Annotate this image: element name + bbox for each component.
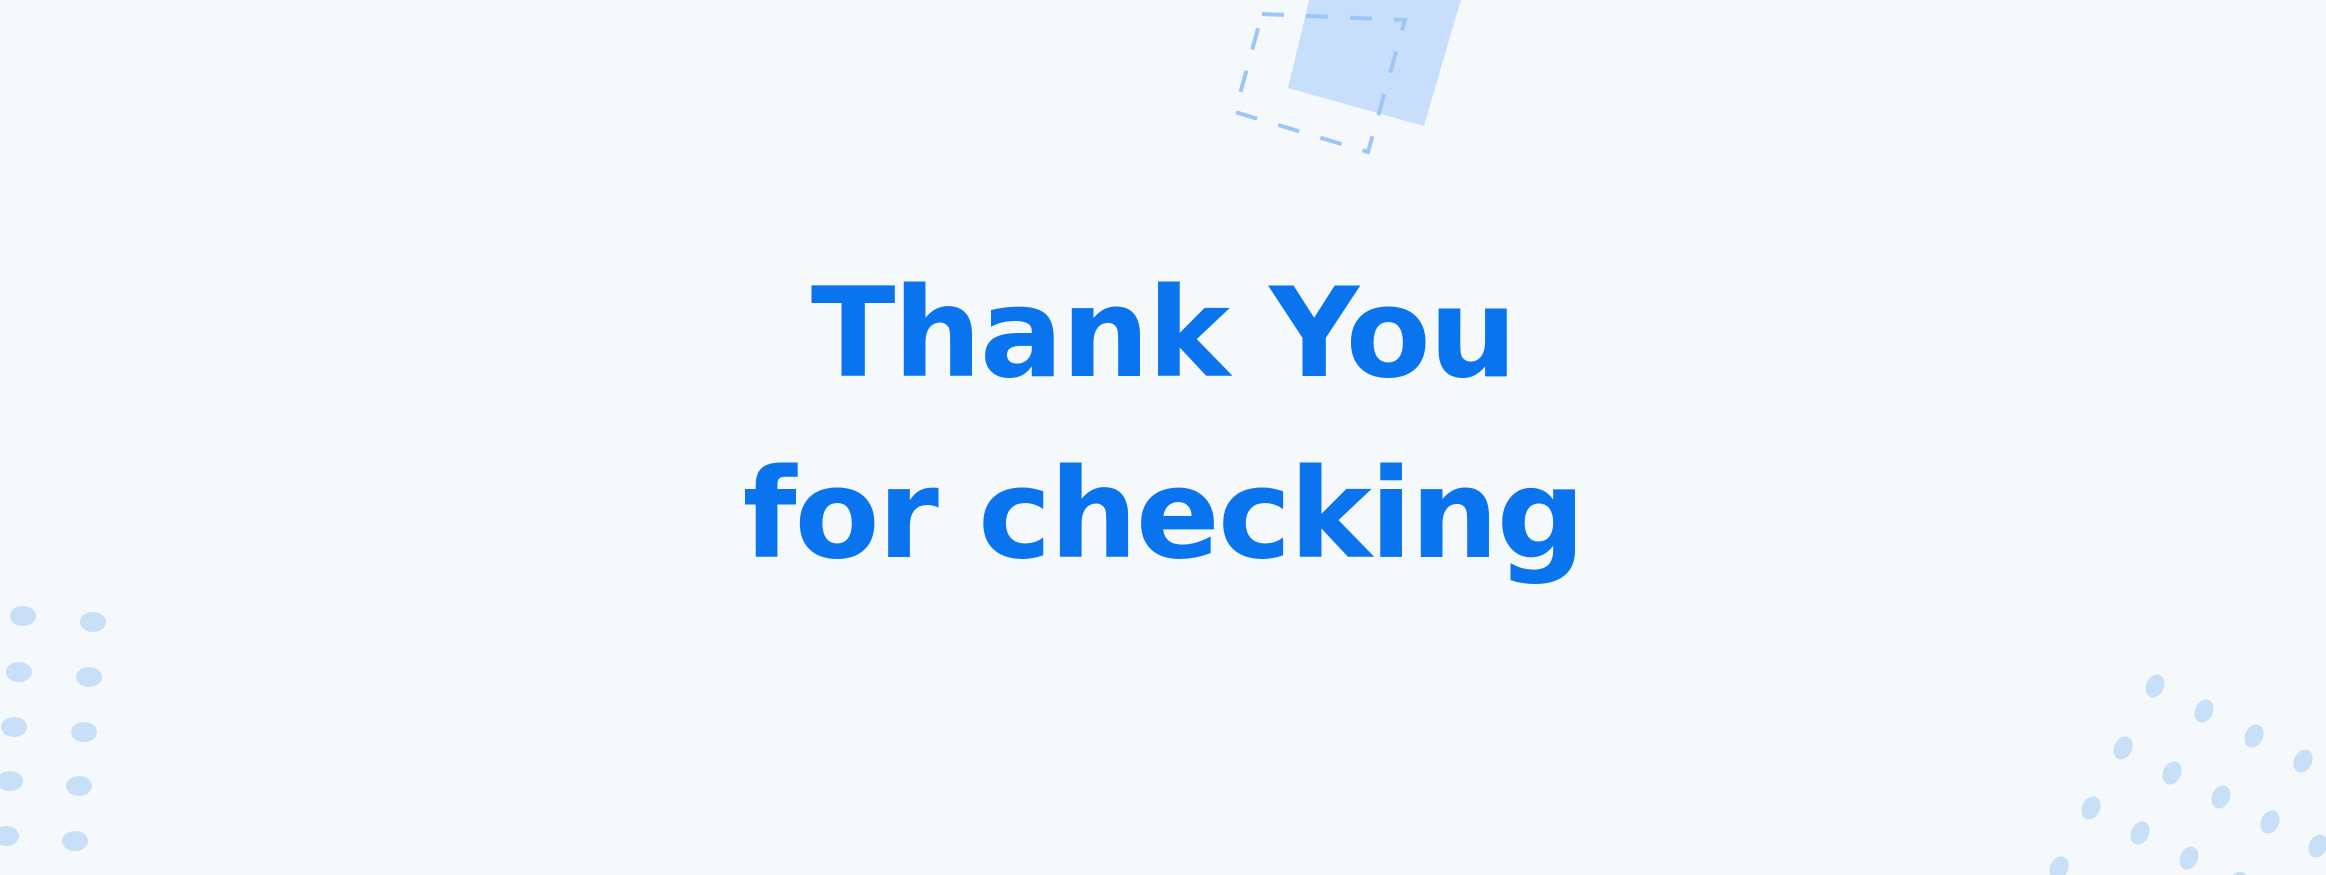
decor-dot: [2244, 724, 2264, 748]
right-dot-grid-icon: [2049, 674, 2326, 875]
decor-dot: [2081, 796, 2101, 820]
decor-dot: [2162, 761, 2182, 785]
decor-dot: [2293, 749, 2313, 773]
decor-dot: [2211, 785, 2231, 809]
decor-dot: [2228, 871, 2248, 875]
headline-line-2: for checking: [742, 443, 1586, 587]
decor-dot: [2049, 856, 2069, 875]
decor-dot: [2179, 846, 2199, 870]
right-dot-group: [2049, 674, 2326, 875]
decor-dot: [2194, 699, 2214, 723]
decor-dot: [2113, 736, 2133, 760]
decor-dot: [2130, 821, 2150, 845]
decor-dot: [2145, 674, 2165, 698]
decor-dot: [2260, 810, 2280, 834]
thank-you-slide: Thank You for checking: [0, 0, 2326, 875]
decor-dot: [2308, 834, 2326, 858]
headline-line-1: Thank You: [810, 262, 1517, 406]
